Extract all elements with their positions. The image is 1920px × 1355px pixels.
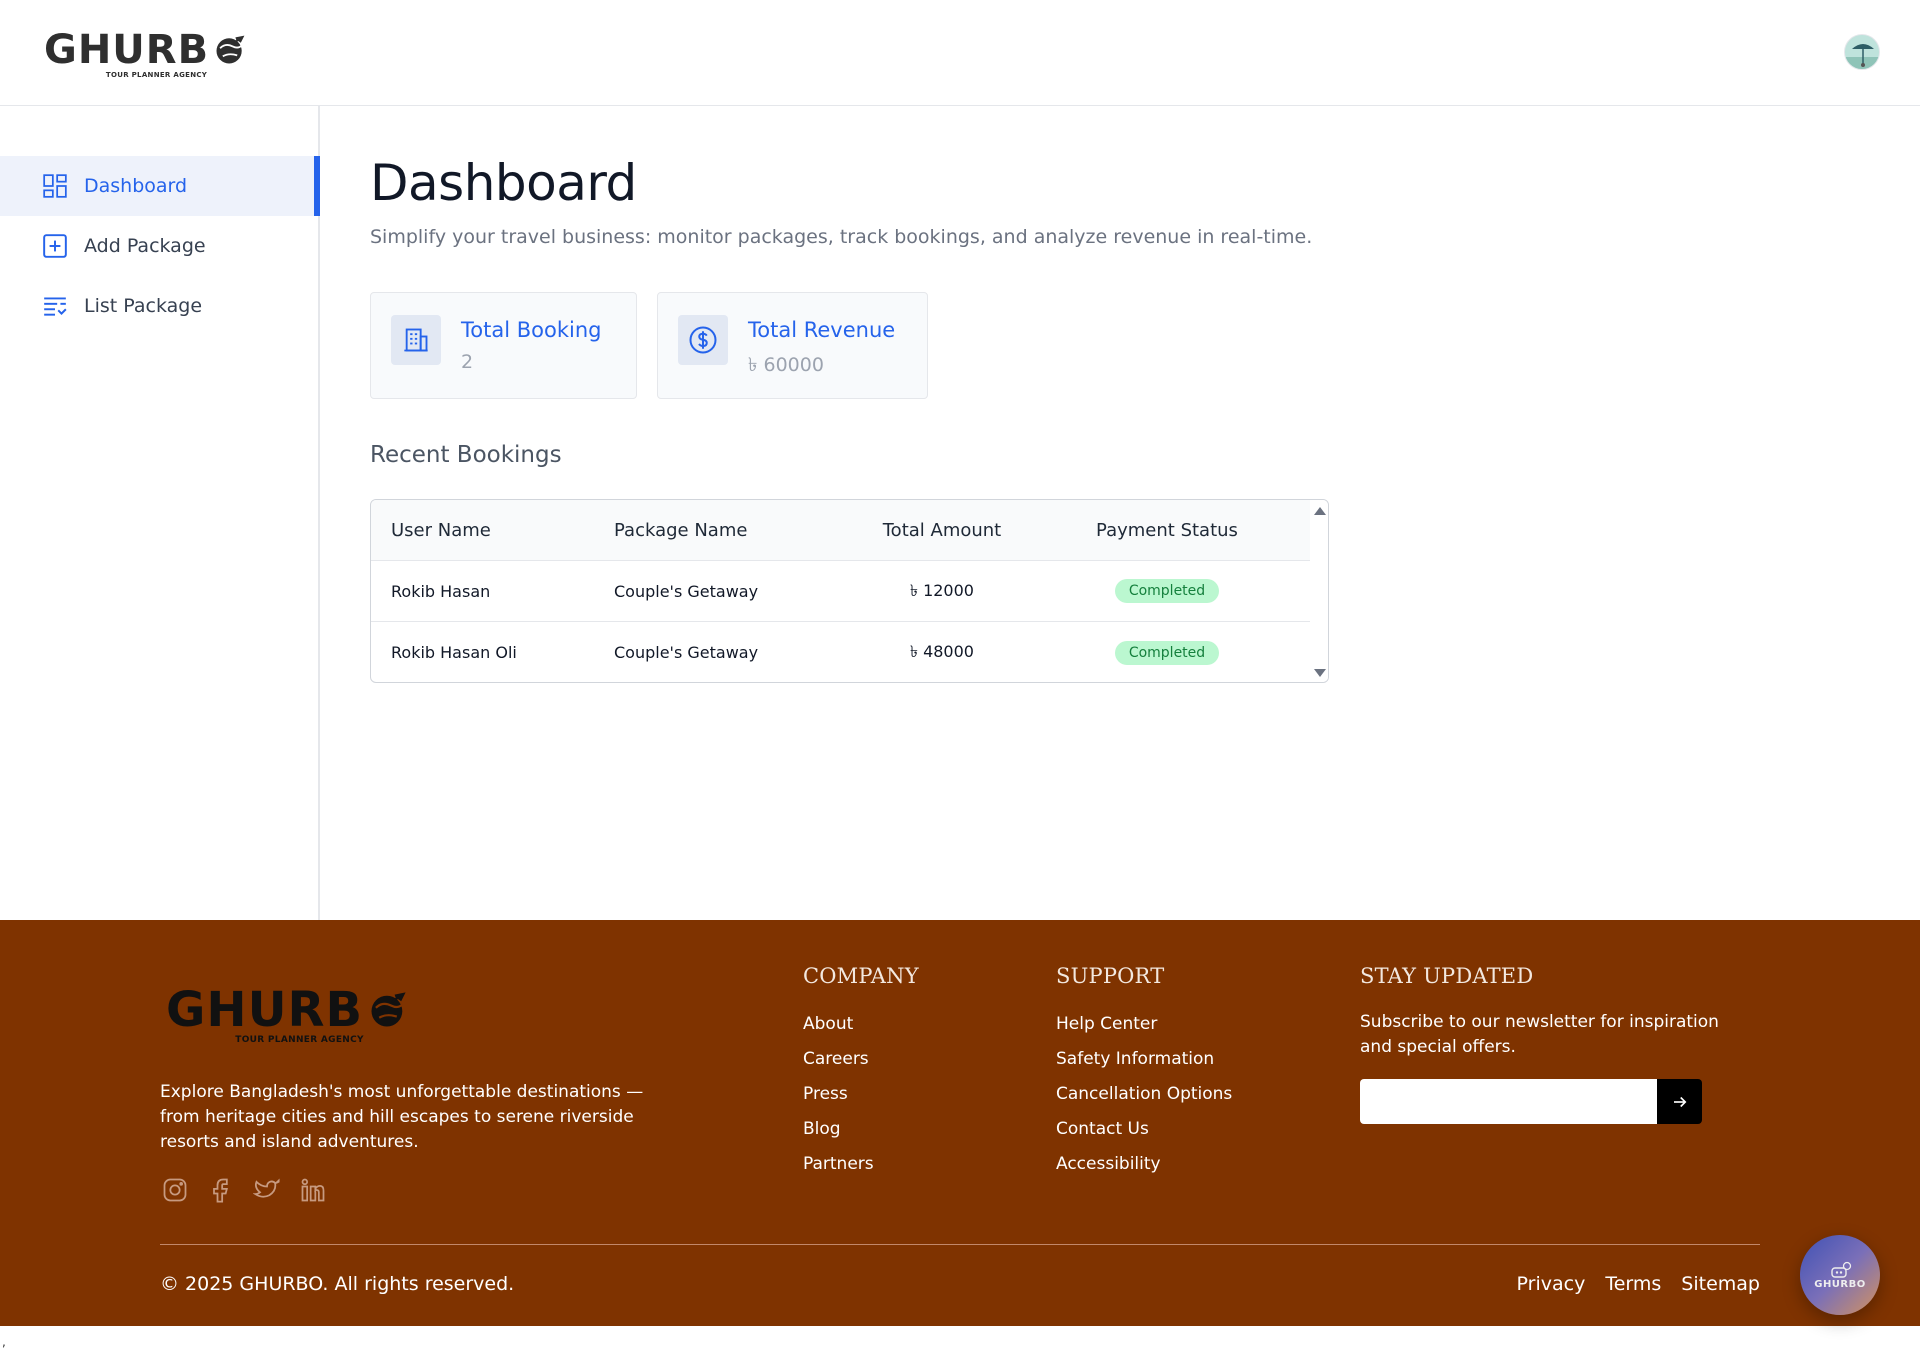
avatar-image (1845, 35, 1879, 69)
stat-label: Total Booking (461, 318, 602, 342)
footer-column-title: SUPPORT (1056, 964, 1165, 988)
footer-company-column: COMPANY About Careers Press Blog Partner… (803, 964, 919, 1182)
recent-bookings-title: Recent Bookings (370, 442, 562, 468)
sidebar-item-add-package[interactable]: Add Package (0, 216, 320, 276)
stat-card-total-revenue: Total Revenue ৳ 60000 (657, 292, 928, 399)
payment-status-cell: Completed (1087, 640, 1247, 665)
logo-wordmark: GHURB (44, 30, 249, 70)
twitter-icon[interactable] (252, 1175, 282, 1205)
logo-wordmark: GHURB (166, 986, 411, 1034)
stray-text: , (2, 1335, 6, 1349)
total-amount-cell: ৳ 12000 (910, 580, 974, 600)
scroll-down-arrow-icon[interactable] (1314, 669, 1326, 677)
arrow-right-icon (1673, 1096, 1686, 1107)
legal-links: Privacy Terms Sitemap (1517, 1273, 1760, 1295)
footer-column-title: STAY UPDATED (1360, 964, 1534, 988)
facebook-icon[interactable] (206, 1175, 236, 1205)
sidebar: Dashboard Add Package List Package (0, 106, 320, 920)
stat-label: Total Revenue (748, 318, 896, 342)
footer-link-help-center[interactable]: Help Center (1056, 1007, 1232, 1042)
total-amount-cell: ৳ 48000 (910, 642, 974, 661)
status-badge: Completed (1114, 579, 1220, 603)
stat-value: ৳ 60000 (748, 354, 824, 376)
newsletter-text: Subscribe to our newsletter for inspirat… (1360, 1012, 1719, 1057)
recent-bookings-table[interactable]: User Name Package Name Total Amount Paym… (370, 499, 1329, 683)
footer-link-contact[interactable]: Contact Us (1056, 1112, 1232, 1147)
footer-link-blog[interactable]: Blog (803, 1112, 919, 1147)
newsletter-email-input[interactable] (1360, 1079, 1657, 1124)
table-row: Rokib Hasan Oli Couple's Getaway ৳ 48000… (371, 622, 1311, 682)
footer-newsletter-column: STAY UPDATED Subscribe to our newsletter… (1360, 964, 1720, 1060)
logo-tagline: TOUR PLANNER AGENCY (105, 71, 208, 79)
chat-widget-label: GHURBO (1814, 1278, 1866, 1290)
stat-value: 2 (461, 351, 474, 373)
footer-support-column: SUPPORT Help Center Safety Information C… (1056, 964, 1232, 1182)
status-badge: Completed (1114, 640, 1220, 665)
scroll-up-arrow-icon[interactable] (1314, 507, 1326, 515)
payment-status-cell: Completed (1087, 579, 1247, 603)
footer-link-careers[interactable]: Careers (803, 1042, 919, 1077)
stat-card-total-booking: Total Booking 2 (370, 292, 637, 399)
package-name-cell: Couple's Getaway (614, 581, 759, 601)
sidebar-item-label: Add Package (84, 235, 206, 257)
top-navbar: GHURB TOUR PLANNER AGENCY (0, 0, 1920, 106)
dollar-circle-icon (678, 315, 728, 365)
footer-divider (160, 1244, 1760, 1245)
site-footer: GHURB TOUR PLANNER AGENCY Explore Bangla… (0, 920, 1920, 1326)
footer-link-sitemap[interactable]: Sitemap (1681, 1273, 1760, 1295)
footer-logo[interactable]: GHURB TOUR PLANNER AGENCY (166, 986, 411, 1045)
instagram-icon[interactable] (160, 1175, 190, 1205)
footer-about-text: Explore Bangladesh's most unforgettable … (160, 1082, 644, 1152)
copyright-text: © 2025 GHURBO. All rights reserved. (160, 1273, 515, 1295)
page-description: Simplify your travel business: monitor p… (370, 226, 1313, 248)
sidebar-item-label: List Package (84, 295, 203, 317)
sidebar-item-list-package[interactable]: List Package (0, 276, 320, 336)
footer-column-title: COMPANY (803, 964, 919, 988)
chat-bot-icon (1831, 1261, 1852, 1278)
newsletter-form (1360, 1079, 1702, 1124)
table-header-row: User Name Package Name Total Amount Paym… (371, 500, 1311, 561)
column-header-status: Payment Status (1096, 519, 1238, 541)
user-name-cell: Rokib Hasan (391, 581, 491, 601)
table-scrollbar[interactable] (1310, 500, 1328, 682)
plus-square-icon (42, 233, 68, 259)
footer-link-cancellation[interactable]: Cancellation Options (1056, 1077, 1232, 1112)
logo-tagline: TOUR PLANNER AGENCY (235, 1035, 364, 1045)
list-icon (42, 293, 68, 319)
page-title: Dashboard (370, 154, 637, 212)
footer-link-partners[interactable]: Partners (803, 1147, 919, 1182)
linkedin-icon[interactable] (298, 1175, 328, 1205)
user-name-cell: Rokib Hasan Oli (391, 643, 517, 662)
footer-link-terms[interactable]: Terms (1605, 1273, 1661, 1295)
dashboard-icon (42, 173, 68, 199)
sidebar-item-dashboard[interactable]: Dashboard (0, 156, 320, 216)
table-row: Rokib Hasan Couple's Getaway ৳ 12000 Com… (371, 561, 1311, 622)
column-header-user: User Name (391, 519, 491, 541)
package-name-cell: Couple's Getaway (614, 643, 759, 662)
globe-plane-icon (216, 35, 245, 64)
footer-link-safety[interactable]: Safety Information (1056, 1042, 1232, 1077)
footer-link-accessibility[interactable]: Accessibility (1056, 1147, 1232, 1182)
footer-link-about[interactable]: About (803, 1007, 919, 1042)
newsletter-submit-button[interactable] (1657, 1079, 1702, 1124)
brand-logo[interactable]: GHURB TOUR PLANNER AGENCY (44, 30, 249, 79)
column-header-package: Package Name (614, 519, 748, 541)
chat-widget-button[interactable]: GHURBO (1800, 1235, 1880, 1315)
user-avatar[interactable] (1844, 34, 1880, 70)
social-links (160, 1175, 328, 1205)
column-header-amount: Total Amount (882, 519, 1002, 541)
sidebar-item-label: Dashboard (84, 175, 188, 197)
globe-plane-icon (371, 992, 406, 1027)
building-icon (391, 315, 441, 365)
footer-link-press[interactable]: Press (803, 1077, 919, 1112)
footer-link-privacy[interactable]: Privacy (1517, 1273, 1586, 1295)
